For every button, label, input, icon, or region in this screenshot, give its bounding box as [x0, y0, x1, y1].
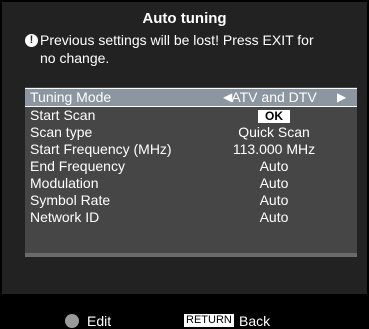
list-bottom-bar [25, 253, 357, 257]
setting-label: End Frequency [30, 158, 125, 174]
setting-value: 113.000 MHz [232, 141, 316, 157]
dialog-title: Auto tuning [142, 10, 227, 27]
edit-hint-label: Edit [87, 313, 112, 329]
return-key-icon: RETURN [184, 314, 234, 327]
setting-label: Start Scan [30, 107, 96, 123]
setting-row-symbol-rate[interactable]: Symbol Rate Auto [25, 192, 357, 209]
setting-value: Auto [259, 209, 289, 225]
setting-row-scan-type[interactable]: Scan type Quick Scan [25, 124, 357, 141]
setting-label: Symbol Rate [30, 192, 111, 208]
arrow-right-icon[interactable]: ▶ [337, 89, 346, 106]
setting-value: Auto [259, 192, 289, 208]
dpad-icon [65, 314, 79, 328]
setting-row-tuning-mode[interactable]: Tuning Mode ◀ ATV and DTV ▶ [25, 88, 357, 107]
setting-row-network-id[interactable]: Network ID Auto [25, 209, 357, 226]
setting-value: Auto [259, 175, 289, 191]
setting-value: Quick Scan [238, 124, 310, 140]
setting-label: Network ID [30, 209, 100, 225]
settings-list: Tuning Mode ◀ ATV and DTV ▶ Start Scan O… [25, 87, 357, 253]
setting-label: Scan type [30, 124, 93, 140]
setting-row-end-frequency[interactable]: End Frequency Auto [25, 158, 357, 175]
setting-value: Auto [259, 158, 289, 174]
back-hint-label: Back [239, 313, 271, 329]
setting-row-modulation[interactable]: Modulation Auto [25, 175, 357, 192]
warning-text-line1: Previous settings will be lost! Press EX… [40, 32, 314, 48]
setting-value: ATV and DTV [231, 89, 317, 105]
setting-row-start-frequency[interactable]: Start Frequency (MHz) 113.000 MHz [25, 141, 357, 158]
setting-label: Start Frequency (MHz) [30, 141, 172, 157]
setting-label: Tuning Mode [30, 89, 112, 105]
start-scan-ok-button[interactable]: OK [258, 110, 290, 123]
setting-label: Modulation [30, 175, 99, 191]
setting-row-start-scan[interactable]: Start Scan OK [25, 107, 357, 124]
warning-text-line2: no change. [40, 50, 110, 66]
warning-icon: ! [25, 34, 38, 47]
setting-value-wrap: OK [205, 107, 343, 124]
